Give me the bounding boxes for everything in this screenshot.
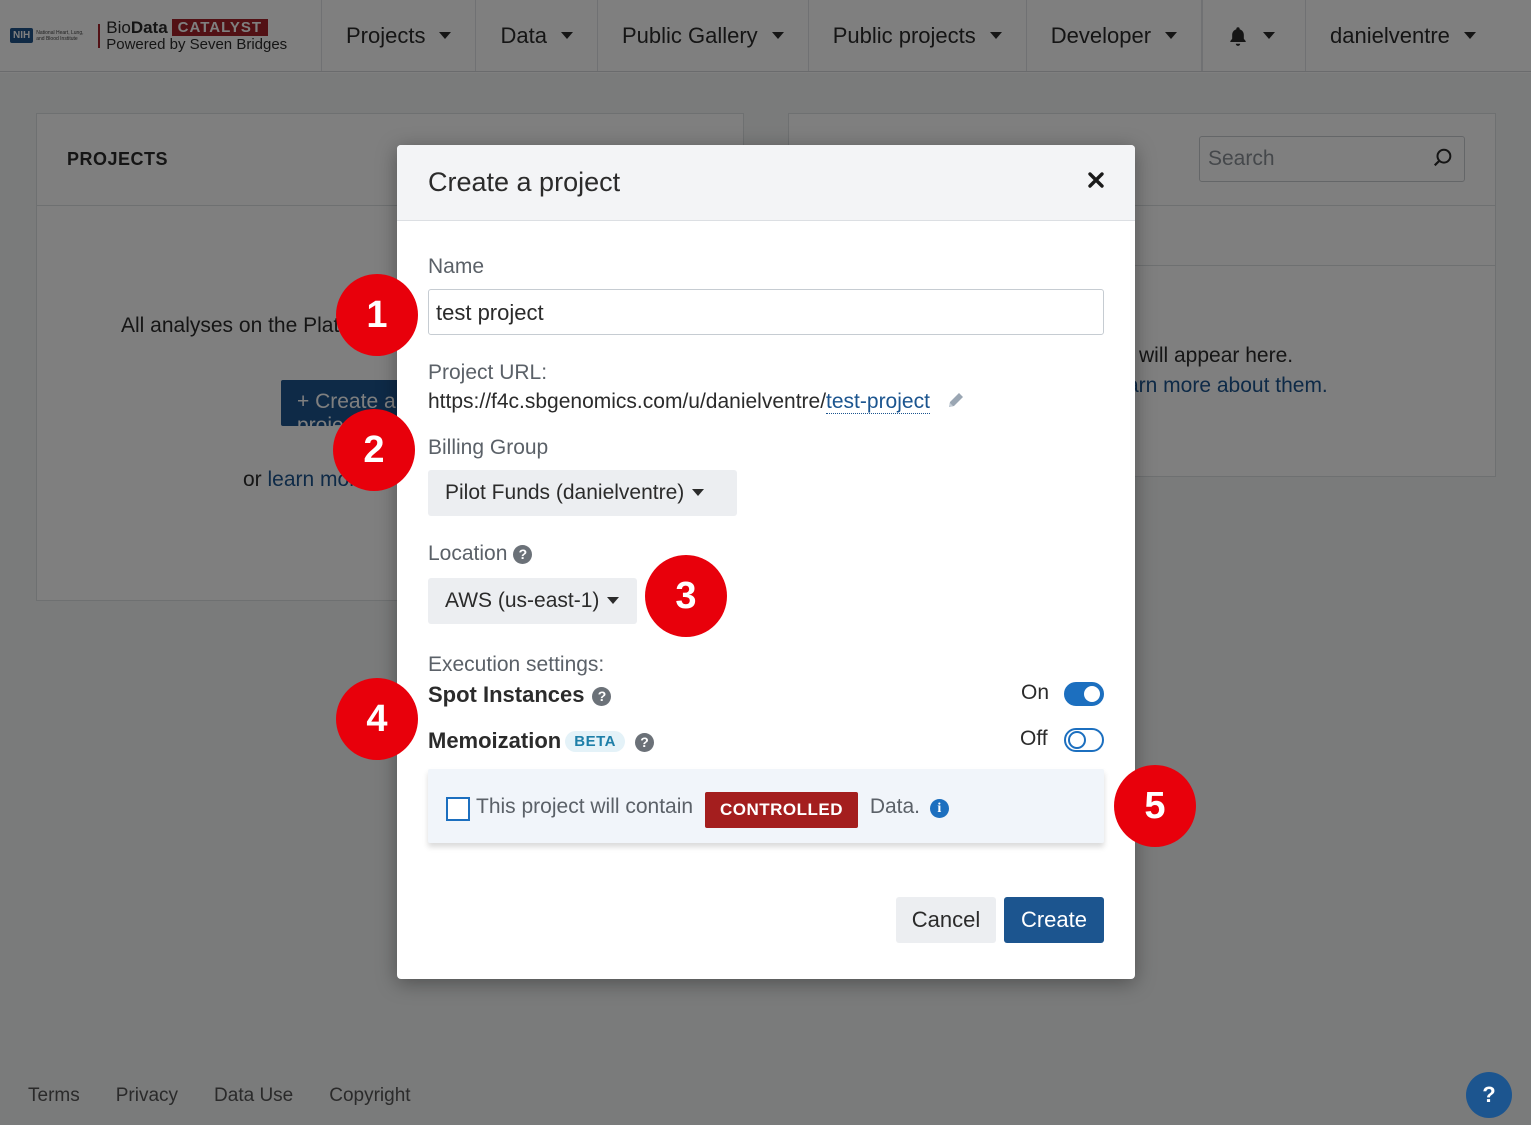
billing-group-select[interactable]: Pilot Funds (danielventre) bbox=[428, 470, 737, 516]
controlled-data-text: This project will contain CONTROLLED Dat… bbox=[476, 792, 949, 828]
pencil-icon[interactable] bbox=[946, 390, 966, 410]
controlled-data-box: This project will contain CONTROLLED Dat… bbox=[428, 769, 1104, 843]
project-name-input[interactable]: test project bbox=[428, 289, 1104, 335]
project-url-label: Project URL: bbox=[428, 361, 548, 384]
name-label: Name bbox=[428, 255, 485, 278]
create-project-dialog: Create a project Name test project Proje… bbox=[397, 145, 1135, 979]
step-marker-2: 2 bbox=[333, 409, 415, 491]
billing-group-label: Billing Group bbox=[428, 436, 549, 459]
chevron-down-icon bbox=[607, 597, 620, 604]
help-button[interactable]: ? bbox=[1466, 1072, 1512, 1118]
dialog-title: Create a project bbox=[428, 167, 621, 197]
spot-instances-toggle[interactable] bbox=[1064, 682, 1104, 706]
location-label: Location? bbox=[428, 542, 533, 566]
spot-instances-state: On bbox=[1021, 681, 1050, 704]
step-marker-5: 5 bbox=[1114, 765, 1196, 847]
cancel-button[interactable]: Cancel bbox=[896, 897, 996, 943]
step-marker-3: 3 bbox=[645, 555, 727, 637]
info-icon[interactable]: i bbox=[929, 799, 949, 818]
help-circle-icon[interactable]: ? bbox=[513, 545, 533, 564]
step-marker-1: 1 bbox=[336, 274, 418, 356]
step-marker-4: 4 bbox=[336, 678, 418, 760]
toggle-knob bbox=[1068, 731, 1086, 749]
controlled-badge: CONTROLLED bbox=[704, 792, 858, 828]
project-url: https://f4c.sbgenomics.com/u/danielventr… bbox=[428, 390, 966, 414]
chevron-down-icon bbox=[692, 489, 705, 496]
close-icon[interactable] bbox=[1087, 171, 1105, 189]
toggle-knob bbox=[1084, 686, 1100, 702]
memoization-label: Memoization BETA? bbox=[428, 728, 654, 754]
spot-instances-label: Spot Instances? bbox=[428, 682, 612, 708]
create-button[interactable]: Create bbox=[1004, 897, 1104, 943]
memoization-toggle[interactable] bbox=[1064, 728, 1104, 752]
controlled-data-checkbox[interactable] bbox=[446, 797, 470, 821]
beta-badge: BETA bbox=[565, 731, 625, 752]
project-url-slug[interactable]: test-project bbox=[826, 390, 930, 414]
project-url-base: https://f4c.sbgenomics.com/u/danielventr… bbox=[428, 390, 827, 413]
help-circle-icon[interactable]: ? bbox=[592, 687, 612, 706]
execution-settings-label: Execution settings: bbox=[428, 653, 605, 676]
location-select[interactable]: AWS (us-east-1) bbox=[428, 578, 637, 624]
memoization-state: Off bbox=[1020, 727, 1048, 750]
help-circle-icon[interactable]: ? bbox=[634, 733, 654, 752]
dialog-header: Create a project bbox=[397, 145, 1135, 221]
